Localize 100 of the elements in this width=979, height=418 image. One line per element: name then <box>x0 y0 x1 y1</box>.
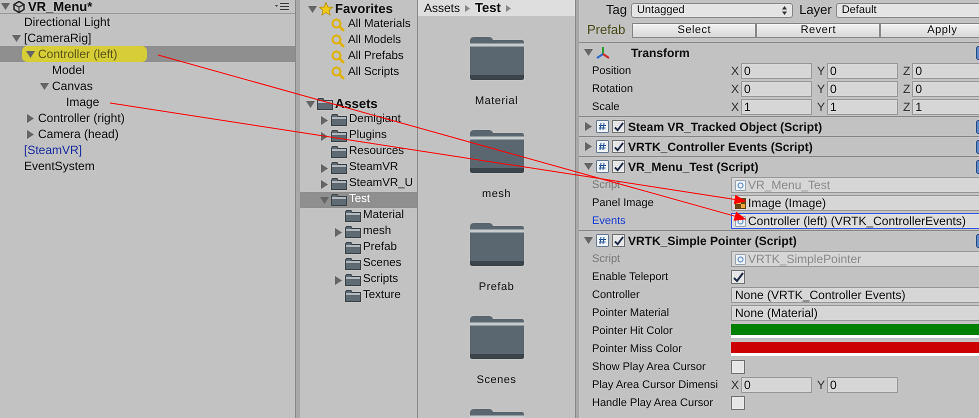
hierarchy-item-label[interactable]: Image <box>66 93 100 111</box>
enable-checkbox[interactable] <box>612 160 625 173</box>
favorite-search-label[interactable]: All Models <box>348 32 402 50</box>
hierarchy-item-label[interactable]: Controller (left) <box>38 45 118 63</box>
number-field[interactable]: 0 <box>827 63 898 79</box>
enable-checkbox[interactable] <box>612 140 625 153</box>
expanded-triangle-icon[interactable] <box>584 162 593 171</box>
number-field[interactable]: 1 <box>741 99 812 115</box>
object-field[interactable]: Image (Image) <box>731 195 979 211</box>
number-field[interactable]: 0 <box>741 377 812 393</box>
hierarchy-row[interactable]: [SteamVR] <box>0 142 295 158</box>
prefab-button[interactable]: Select <box>632 22 756 38</box>
checkbox[interactable] <box>731 396 745 410</box>
object-field[interactable]: None (Material) <box>731 305 979 321</box>
layer-dropdown[interactable]: Default <box>836 2 979 18</box>
folder-row[interactable]: mesh <box>300 224 417 240</box>
expanded-triangle-icon[interactable] <box>40 82 49 90</box>
collapsed-triangle-icon[interactable] <box>320 164 329 172</box>
folder-row[interactable]: Resources <box>300 144 417 160</box>
component-title[interactable]: Transform <box>631 44 690 62</box>
checkbox[interactable] <box>731 360 745 374</box>
collapsed-triangle-icon[interactable] <box>320 180 329 188</box>
menu-icon[interactable] <box>275 2 289 11</box>
collapsed-triangle-icon[interactable] <box>26 114 35 122</box>
number-field[interactable]: 0 <box>827 81 898 97</box>
hierarchy-row[interactable]: Camera (head) <box>0 126 295 142</box>
folder-label[interactable]: Material <box>363 207 404 225</box>
folder-icon[interactable] <box>468 314 524 360</box>
expanded-triangle-icon[interactable] <box>26 50 35 58</box>
number-field[interactable]: 0 <box>912 63 979 79</box>
component-title[interactable]: VR_Menu_Test (Script) <box>628 158 758 176</box>
hierarchy-item-label[interactable]: Directional Light <box>24 13 110 31</box>
folder-label[interactable]: SteamVR <box>349 159 398 177</box>
favorite-search-label[interactable]: All Prefabs <box>348 48 404 66</box>
folder-icon[interactable] <box>468 221 524 267</box>
collapsed-triangle-icon[interactable] <box>320 116 329 124</box>
hierarchy-item-label[interactable]: [SteamVR] <box>24 141 82 159</box>
folder-label[interactable]: Prefab <box>478 279 514 296</box>
hierarchy-row[interactable]: Directional Light <box>0 14 295 30</box>
number-field[interactable]: 1 <box>827 99 898 115</box>
hierarchy-item-label[interactable]: Camera (head) <box>38 125 119 143</box>
object-field[interactable]: None (VRTK_Controller Events) <box>731 287 979 303</box>
folder-icon[interactable] <box>468 35 524 81</box>
folder-row[interactable]: Texture <box>300 288 417 304</box>
hierarchy-item-label[interactable]: Canvas <box>52 77 93 95</box>
folder-row[interactable]: Material <box>300 208 417 224</box>
expanded-triangle-icon[interactable] <box>584 236 593 245</box>
hierarchy-row[interactable]: Controller (left) <box>0 46 295 62</box>
hierarchy-row[interactable]: [CameraRig] <box>0 30 295 46</box>
folder-label[interactable]: SteamVR_U <box>349 175 413 193</box>
object-field[interactable]: Controller (left) (VRTK_ControllerEvents) <box>731 213 979 229</box>
collapsed-triangle-icon[interactable] <box>584 142 593 151</box>
folder-row[interactable]: SteamVR <box>300 160 417 176</box>
folder-row[interactable]: Scenes <box>300 256 417 272</box>
hierarchy-row[interactable]: Model <box>0 62 295 78</box>
expanded-triangle-icon[interactable] <box>308 4 317 14</box>
number-field[interactable]: 0 <box>741 63 812 79</box>
hierarchy-item-label[interactable]: Controller (right) <box>38 109 125 127</box>
prefab-button[interactable]: Apply <box>880 22 979 38</box>
number-field[interactable]: 0 <box>827 377 898 393</box>
hierarchy-item-label[interactable]: Model <box>52 61 85 79</box>
hierarchy-item-label[interactable]: EventSystem <box>24 157 95 175</box>
folder-label[interactable]: Prefab <box>363 239 397 257</box>
enable-checkbox[interactable] <box>612 120 625 133</box>
folder-label[interactable]: Plugins <box>349 127 387 145</box>
enable-checkbox[interactable] <box>612 234 625 247</box>
folder-row[interactable]: SteamVR_U <box>300 176 417 192</box>
folder-icon[interactable] <box>468 128 524 174</box>
color-swatch[interactable] <box>731 342 979 356</box>
folder-row[interactable]: Prefab <box>300 240 417 256</box>
component-title[interactable]: VRTK_Simple Pointer (Script) <box>628 232 797 250</box>
folder-label[interactable]: Material <box>474 93 518 110</box>
component-title[interactable]: Steam VR_Tracked Object (Script) <box>628 118 822 136</box>
collapsed-triangle-icon[interactable] <box>334 276 343 284</box>
folder-label[interactable]: Scripts <box>363 271 398 289</box>
folder-row[interactable]: Scripts <box>300 272 417 288</box>
folder-label[interactable]: mesh <box>363 223 392 241</box>
tag-dropdown[interactable]: Untagged <box>630 2 794 18</box>
hierarchy-row[interactable]: Image <box>0 94 295 110</box>
number-field[interactable]: 0 <box>741 81 812 97</box>
folder-label[interactable]: Resources <box>349 143 404 161</box>
folder-icon[interactable] <box>468 407 524 418</box>
folder-label[interactable]: Scenes <box>363 255 402 273</box>
assets-label[interactable]: Assets <box>335 94 378 114</box>
folder-label[interactable]: mesh <box>482 186 511 202</box>
breadcrumb[interactable]: Assets <box>424 0 460 17</box>
favorite-search-label[interactable]: All Scripts <box>348 64 400 82</box>
collapsed-triangle-icon[interactable] <box>584 122 593 131</box>
folder-label[interactable]: Texture <box>363 287 401 305</box>
hierarchy-row[interactable]: Canvas <box>0 78 295 94</box>
checkbox[interactable] <box>731 270 745 284</box>
collapsed-triangle-icon[interactable] <box>334 228 343 236</box>
hierarchy-row[interactable]: EventSystem <box>0 158 295 174</box>
color-swatch[interactable] <box>731 324 979 338</box>
number-field[interactable]: 0 <box>912 81 979 97</box>
expanded-triangle-icon[interactable] <box>584 48 593 57</box>
expanded-triangle-icon[interactable] <box>12 34 21 42</box>
prefab-button[interactable]: Revert <box>756 22 880 38</box>
hierarchy-item-label[interactable]: [CameraRig] <box>24 29 92 47</box>
expanded-triangle-icon[interactable] <box>320 196 329 204</box>
